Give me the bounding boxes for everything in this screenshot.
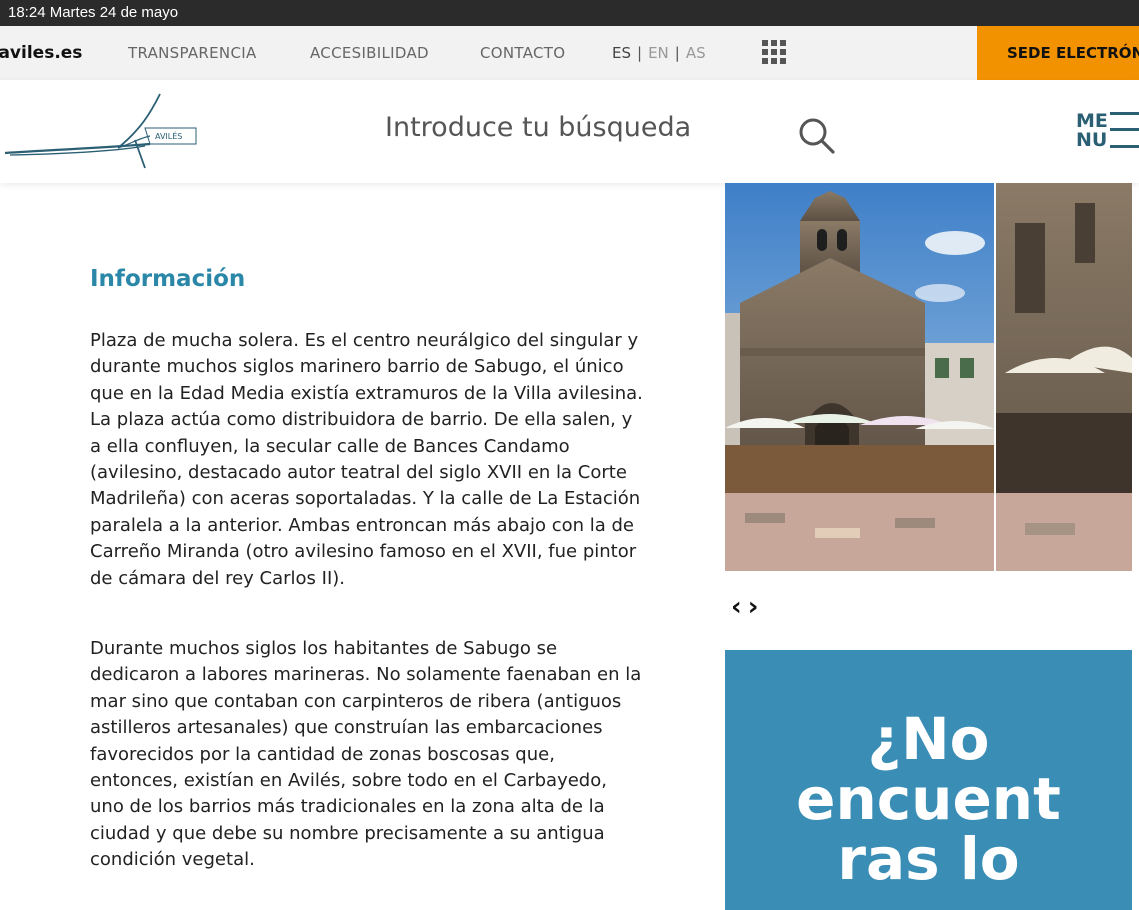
- info-paragraph-1: Plaza de mucha solera. Es el centro neur…: [90, 330, 643, 589]
- lang-as[interactable]: AS: [686, 44, 706, 62]
- menu-label: ME NU: [1076, 110, 1108, 151]
- chevron-left-icon[interactable]: ‹: [731, 592, 748, 622]
- lang-en[interactable]: EN: [648, 44, 669, 62]
- status-bar: 18:24 Martes 24 de mayo: [0, 0, 1139, 26]
- gallery-nav: ‹›: [731, 592, 764, 622]
- cta-line-3: ras lo: [837, 825, 1020, 893]
- grid-icon[interactable]: [762, 40, 786, 64]
- section-title: Información: [90, 266, 246, 292]
- svg-text:AVILÉS: AVILÉS: [155, 130, 182, 141]
- nav-accesibilidad[interactable]: ACCESIBILIDAD: [310, 44, 429, 62]
- menu-bar-icon: [1110, 112, 1139, 115]
- site-link[interactable]: .aviles.es: [0, 43, 82, 63]
- nav-contacto[interactable]: CONTACTO: [480, 44, 565, 62]
- sede-electronica-button[interactable]: SEDE ELECTRÓNICA: [977, 26, 1139, 80]
- nav-transparencia[interactable]: TRANSPARENCIA: [128, 44, 257, 62]
- search-icon[interactable]: [798, 117, 836, 155]
- info-paragraph-2: Durante muchos siglos los habitantes de …: [90, 638, 642, 871]
- status-time-date: 18:24 Martes 24 de mayo: [8, 4, 179, 21]
- language-switcher: ES | EN | AS: [612, 44, 706, 62]
- aviles-logo[interactable]: AVILÉS: [0, 92, 200, 172]
- header: AVILÉS Introduce tu búsqueda ME NU: [0, 80, 1139, 183]
- top-nav: .aviles.es TRANSPARENCIA ACCESIBILIDAD C…: [0, 26, 1139, 80]
- menu-button[interactable]: ME NU: [1076, 112, 1139, 156]
- lang-es[interactable]: ES: [612, 44, 631, 62]
- cta-box[interactable]: ¿No encuent ras lo: [725, 650, 1132, 910]
- cta-line-2: encuent: [796, 765, 1061, 833]
- search-input[interactable]: Introduce tu búsqueda: [385, 112, 691, 143]
- cta-line-1: ¿No: [867, 705, 990, 773]
- photo-gallery[interactable]: [725, 183, 1132, 571]
- chevron-right-icon[interactable]: ›: [748, 592, 765, 622]
